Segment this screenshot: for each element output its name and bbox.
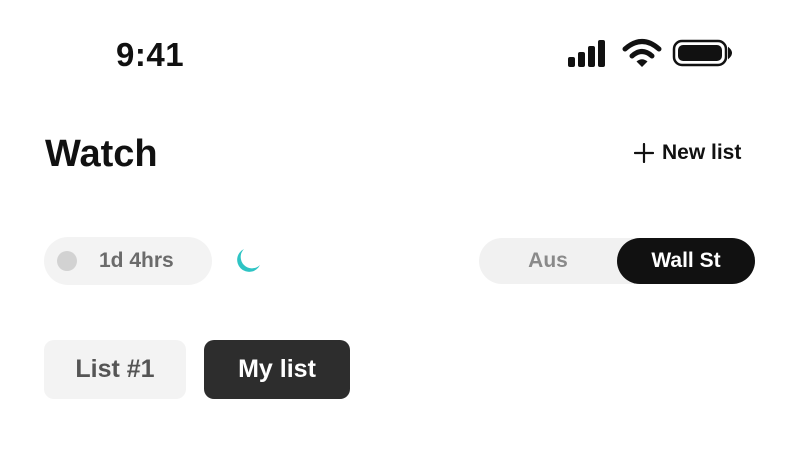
tab-my-list[interactable]: My list bbox=[204, 340, 350, 399]
moon-icon bbox=[237, 249, 260, 272]
page-title: Watch bbox=[45, 133, 158, 175]
status-dot bbox=[57, 251, 77, 271]
new-list-label: New list bbox=[662, 141, 742, 164]
signal-icon bbox=[568, 40, 605, 67]
new-list-button[interactable]: New list bbox=[634, 141, 741, 165]
tab-list-1[interactable]: List #1 bbox=[44, 340, 186, 399]
market-option-aus[interactable]: Aus bbox=[479, 238, 617, 284]
market-option-wall-st[interactable]: Wall St bbox=[617, 238, 755, 284]
wifi-icon bbox=[622, 39, 662, 67]
session-timer-label: 1d 4hrs bbox=[99, 249, 174, 272]
plus-icon bbox=[634, 143, 654, 163]
battery-icon bbox=[672, 39, 732, 67]
market-toggle[interactable]: Aus Wall St bbox=[479, 238, 755, 284]
status-bar: 9:41 bbox=[0, 0, 800, 100]
status-time: 9:41 bbox=[116, 36, 185, 73]
session-timer-pill: 1d 4hrs bbox=[44, 237, 212, 285]
